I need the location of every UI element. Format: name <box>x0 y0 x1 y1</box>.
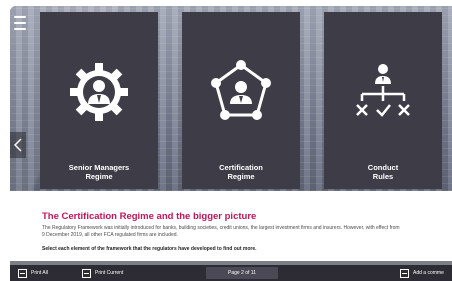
chevron-left-icon <box>14 138 22 152</box>
tile-senior-managers-regime[interactable]: Senior Managers Regime <box>40 12 158 189</box>
comment-icon <box>400 268 409 278</box>
print-all-label: Print All <box>31 270 48 276</box>
tile-label: Senior Managers Regime <box>40 163 158 181</box>
footer-toolbar: Print All Print Current Page 2 of 11 Add… <box>10 265 452 281</box>
gear-person-icon <box>70 63 128 121</box>
menu-icon[interactable] <box>14 16 26 30</box>
print-icon <box>18 268 27 278</box>
tile-label-line: Regime <box>227 172 255 181</box>
add-comment-label: Add a comme <box>413 270 444 276</box>
tile-label-line: Rules <box>372 172 394 181</box>
tile-label: Conduct Rules <box>324 163 442 181</box>
add-comment-button[interactable]: Add a comme <box>400 267 444 279</box>
content-body: The Regulatory Framework was initially i… <box>42 225 452 238</box>
print-icon <box>82 268 91 278</box>
content-instruction: Select each element of the framework tha… <box>42 246 257 252</box>
content-panel: The Certification Regime and the bigger … <box>10 191 452 261</box>
print-all-button[interactable]: Print All <box>18 267 48 279</box>
tile-label-line: Senior Managers <box>68 163 130 172</box>
content-title: The Certification Regime and the bigger … <box>42 211 257 222</box>
print-current-label: Print Current <box>95 270 124 276</box>
tile-label-line: Regime <box>85 172 113 181</box>
tile-certification-regime[interactable]: Certification Regime <box>182 12 300 189</box>
course-player: Senior Managers Regime Certification Reg… <box>10 6 452 281</box>
tile-conduct-rules[interactable]: Conduct Rules <box>324 12 442 189</box>
tile-label-line: Conduct <box>367 163 399 172</box>
tile-label-line: Certification <box>219 163 263 172</box>
header-banner: Senior Managers Regime Certification Reg… <box>10 6 452 191</box>
content-body-line: 9 December 2019, all other FCA regulated… <box>42 231 178 238</box>
content-body-line: The Regulatory Framework was initially i… <box>42 225 400 231</box>
page-indicator: Page 2 of 11 <box>206 267 278 279</box>
org-chart-rules-icon <box>356 64 410 117</box>
previous-arrow-button[interactable] <box>10 132 26 158</box>
tile-label: Certification Regime <box>182 163 300 181</box>
network-person-icon <box>211 60 271 120</box>
print-current-button[interactable]: Print Current <box>82 267 123 279</box>
